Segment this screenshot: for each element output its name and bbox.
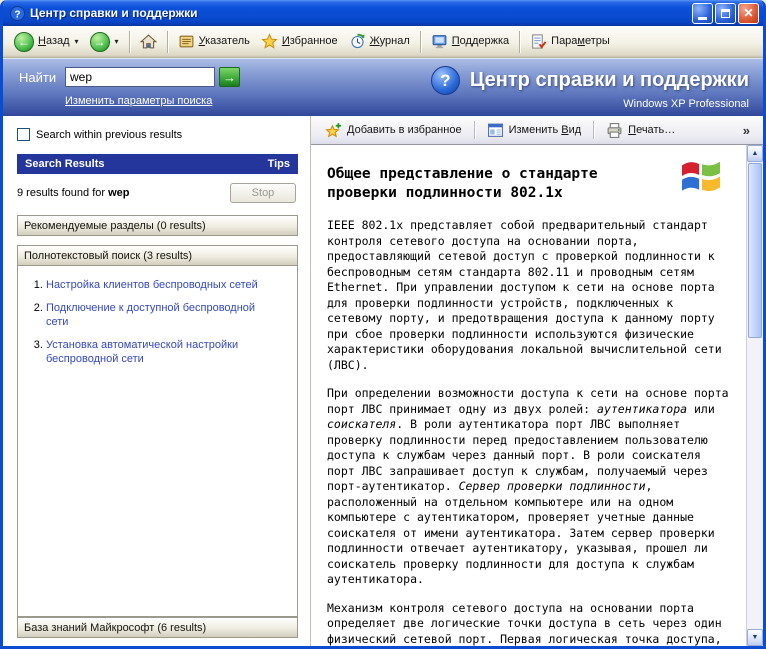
results-summary: 9 results found for wep — [17, 187, 130, 199]
toolbar-separator — [593, 121, 595, 139]
article-paragraph: IEEE 802.1x представляет собой предварит… — [327, 218, 722, 372]
toolbar-separator — [419, 30, 421, 53]
index-label: Указатель — [198, 35, 250, 47]
section-suggested-topics[interactable]: Рекомендуемые разделы (0 results) — [17, 215, 298, 236]
result-link[interactable]: Установка автоматической настройки беспр… — [46, 339, 238, 365]
change-view-icon — [487, 122, 504, 139]
scrollbar-track[interactable] — [747, 162, 763, 629]
minimize-button[interactable] — [692, 2, 713, 24]
search-results-panel: Search within previous results Search Re… — [3, 116, 310, 646]
toolbar-overflow-chevron[interactable]: » — [740, 123, 753, 138]
change-view-button[interactable]: Изменить Вид — [483, 120, 586, 141]
change-view-label: Изменить Вид — [508, 123, 582, 136]
toolbar-separator — [519, 30, 521, 53]
question-mark-icon: ? — [430, 66, 460, 95]
support-label: Поддержка — [451, 35, 510, 47]
result-link[interactable]: Подключение к доступной беспроводной сет… — [46, 302, 255, 328]
maximize-button[interactable] — [715, 2, 736, 24]
back-icon: ← — [14, 31, 34, 52]
result-item: Настройка клиентов беспроводных сетей — [46, 278, 267, 292]
article-title: Общее представление о стандарте проверки… — [327, 166, 598, 201]
home-icon — [139, 33, 157, 50]
favorites-button[interactable]: Избранное — [256, 30, 343, 53]
search-within-checkbox[interactable] — [17, 128, 30, 141]
vertical-scrollbar[interactable]: ▲ ▼ — [746, 145, 763, 646]
options-button[interactable]: Параметры — [525, 30, 615, 53]
back-button[interactable]: ← Назад ▾ — [9, 29, 84, 55]
back-dropdown-caret[interactable]: ▾ — [75, 37, 79, 46]
scroll-down-button[interactable]: ▼ — [747, 629, 763, 646]
close-icon: ✕ — [743, 6, 754, 20]
result-link[interactable]: Настройка клиентов беспроводных сетей — [46, 279, 258, 291]
add-to-favorites-button[interactable]: Добавить в избранное — [321, 120, 466, 141]
search-within-row: Search within previous results — [17, 128, 298, 141]
result-item: Установка автоматической настройки беспр… — [46, 338, 267, 366]
toolbar-separator — [473, 121, 475, 139]
history-button[interactable]: Журнал — [344, 30, 415, 53]
results-summary-row: 9 results found for wep Stop — [17, 174, 298, 212]
article: Общее представление о стандарте проверки… — [311, 145, 746, 646]
windows-logo-icon — [680, 157, 722, 195]
add-to-favorites-label: Добавить в избранное — [347, 123, 462, 136]
history-label: Журнал — [369, 35, 410, 47]
search-results-title: Search Results — [25, 158, 105, 170]
index-icon — [178, 33, 195, 50]
star-icon — [261, 33, 278, 50]
search-results-header: Search Results Tips — [17, 154, 298, 174]
close-button[interactable]: ✕ — [738, 2, 759, 24]
article-paragraph: Механизм контроля сетевого доступа на ос… — [327, 600, 722, 646]
result-item: Подключение к доступной беспроводной сет… — [46, 301, 267, 329]
search-header: Найти → Изменить параметры поиска ? Цент… — [3, 58, 763, 116]
print-label: Печать… — [628, 123, 676, 136]
content-toolbar: Добавить в избранное Изменить Вид Печать… — [311, 116, 763, 144]
index-button[interactable]: Указатель — [173, 30, 255, 53]
support-icon — [431, 33, 448, 50]
maximize-icon — [721, 8, 730, 18]
section-knowledge-base[interactable]: База знаний Майкрософт (6 results) — [17, 617, 298, 638]
support-button[interactable]: Поддержка — [426, 30, 514, 53]
header-title-row: ? Центр справки и поддержки — [430, 66, 749, 95]
options-icon — [530, 33, 547, 50]
help-center-icon: ? — [9, 5, 26, 22]
add-favorite-icon — [325, 122, 342, 139]
content-panel: Добавить в избранное Изменить Вид Печать… — [310, 116, 763, 646]
results-list: Настройка клиентов беспроводных сетей По… — [17, 266, 298, 617]
windows-edition-label: Windows XP Professional — [623, 98, 749, 110]
scrollbar-thumb[interactable] — [748, 163, 762, 338]
search-label: Найти — [19, 70, 57, 85]
window-title: Центр справки и поддержки — [30, 6, 198, 20]
article-container: Общее представление о стандарте проверки… — [311, 144, 763, 646]
history-clock-icon — [349, 33, 366, 50]
article-paragraph: При определении возможности доступа к се… — [327, 386, 729, 586]
scroll-up-button[interactable]: ▲ — [747, 145, 763, 162]
home-button[interactable] — [135, 30, 162, 53]
toolbar-separator — [128, 30, 130, 53]
svg-text:?: ? — [14, 9, 20, 20]
header-title: Центр справки и поддержки — [469, 69, 749, 91]
favorites-label: Избранное — [281, 35, 338, 47]
change-search-options-link[interactable]: Изменить параметры поиска — [65, 95, 212, 107]
tips-link[interactable]: Tips — [268, 158, 290, 170]
go-arrow-icon: → — [223, 69, 236, 85]
minimize-icon — [698, 16, 707, 20]
forward-button[interactable]: → ▾ — [85, 29, 124, 55]
search-within-label: Search within previous results — [36, 128, 183, 141]
back-label: Назад — [38, 35, 70, 47]
search-go-button[interactable]: → — [219, 67, 240, 87]
help-center-window: ? Центр справки и поддержки ✕ ← Назад ▾ … — [0, 0, 766, 649]
toolbar-separator — [166, 30, 168, 53]
titlebar[interactable]: ? Центр справки и поддержки ✕ — [3, 0, 763, 26]
print-button[interactable]: Печать… — [602, 120, 679, 141]
print-icon — [606, 122, 623, 139]
main-toolbar: ← Назад ▾ → ▾ Указатель Избранное Журнал… — [3, 26, 763, 58]
stop-button[interactable]: Stop — [230, 183, 296, 203]
section-fulltext-matches[interactable]: Полнотекстовый поиск (3 results) — [17, 245, 298, 266]
main-area: Search within previous results Search Re… — [3, 116, 763, 646]
options-label: Параметры — [551, 35, 610, 47]
forward-dropdown-caret[interactable]: ▾ — [115, 37, 119, 46]
search-input[interactable] — [65, 67, 215, 87]
forward-icon: → — [89, 31, 110, 52]
